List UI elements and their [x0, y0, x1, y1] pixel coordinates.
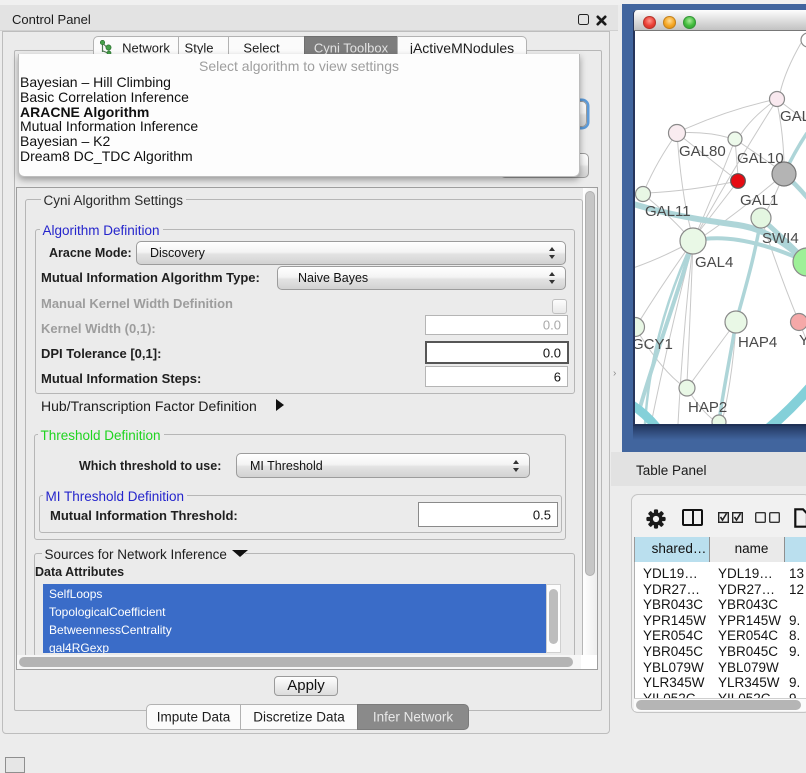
svg-text:HAP2: HAP2: [688, 399, 727, 416]
svg-text:SWI4: SWI4: [762, 230, 799, 247]
svg-text:GAL4: GAL4: [695, 254, 733, 271]
svg-text:GAL10: GAL10: [737, 150, 784, 167]
svg-text:Y: Y: [799, 332, 806, 349]
svg-text:GAL7: GAL7: [780, 108, 806, 125]
svg-text:GAL80: GAL80: [679, 143, 726, 160]
svg-text:GCY1: GCY1: [635, 336, 673, 353]
svg-text:GAL11: GAL11: [645, 203, 691, 220]
svg-text:HAP4: HAP4: [738, 334, 777, 351]
svg-text:GAL1: GAL1: [740, 192, 778, 209]
